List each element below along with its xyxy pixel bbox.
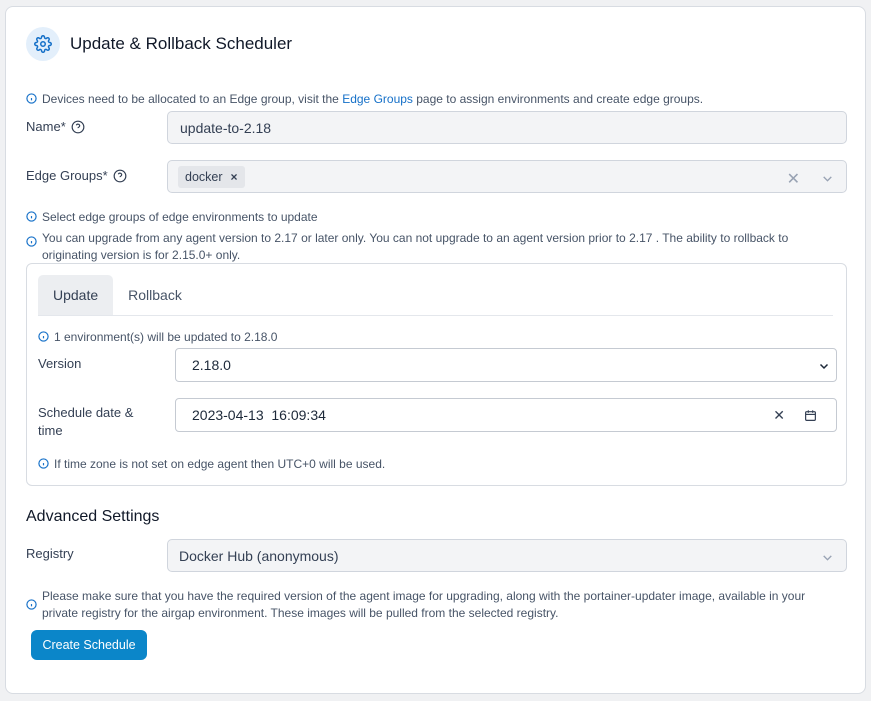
notice-suffix: page to assign environments and create e…: [412, 92, 704, 106]
chevron-down-icon: [823, 555, 832, 561]
tab-rollback[interactable]: Rollback: [113, 275, 197, 315]
edge-groups-link[interactable]: Edge Groups: [342, 92, 413, 106]
version-select[interactable]: 2.18.0: [175, 348, 837, 382]
scheduler-card: Update & Rollback Scheduler Devices need…: [5, 6, 866, 694]
version-label: Version: [38, 356, 82, 371]
clear-date-icon[interactable]: ✕: [773, 407, 785, 424]
chevron-down-icon: [819, 363, 829, 370]
tab-bar: Update Rollback: [38, 275, 833, 316]
clear-icon[interactable]: ✕: [787, 169, 800, 189]
name-label: Name *: [26, 119, 85, 134]
info-icon: [38, 458, 49, 469]
registry-select[interactable]: Docker Hub (anonymous): [167, 539, 847, 572]
registry-info: Please make sure that you have the requi…: [26, 588, 836, 622]
info-icon: [26, 93, 37, 104]
help-icon[interactable]: [113, 169, 127, 183]
schedule-panel: Update Rollback 1 environment(s) will be…: [26, 263, 847, 486]
schedule-datetime-input[interactable]: 2023-04-13 16:09:34 ✕: [175, 398, 837, 432]
edge-group-chip: docker ×: [178, 165, 245, 188]
schedule-label: Schedule date & time: [38, 405, 134, 438]
notice-prefix: Devices need to be allocated to an Edge …: [42, 92, 343, 106]
info-icon: [26, 236, 37, 247]
info-icon: [26, 211, 37, 222]
info-icon: [26, 599, 37, 610]
timezone-info: If time zone is not set on edge agent th…: [38, 456, 385, 473]
remove-chip-icon[interactable]: ×: [231, 170, 238, 184]
tab-update[interactable]: Update: [38, 275, 114, 315]
name-input[interactable]: update-to-2.18: [167, 111, 847, 144]
create-schedule-button[interactable]: Create Schedule: [31, 630, 147, 660]
edge-groups-select[interactable]: docker × ✕: [167, 160, 847, 193]
edge-groups-label: Edge Groups *: [26, 168, 127, 183]
edge-groups-notice: Devices need to be allocated to an Edge …: [26, 91, 703, 108]
gear-icon: [26, 27, 60, 61]
info-icon: [38, 331, 49, 342]
card-header: Update & Rollback Scheduler: [26, 27, 292, 61]
registry-label: Registry: [26, 546, 74, 561]
page-title: Update & Rollback Scheduler: [70, 34, 293, 53]
help-icon[interactable]: [71, 120, 85, 134]
advanced-settings-title: Advanced Settings: [26, 508, 160, 525]
calendar-icon[interactable]: [804, 409, 817, 422]
upgrade-hint: You can upgrade from any agent version t…: [26, 230, 836, 264]
select-hint: Select edge groups of edge environments …: [26, 209, 318, 226]
select-separator: [807, 169, 808, 185]
chevron-down-icon[interactable]: [821, 172, 834, 185]
environment-info: 1 environment(s) will be updated to 2.18…: [38, 329, 277, 346]
